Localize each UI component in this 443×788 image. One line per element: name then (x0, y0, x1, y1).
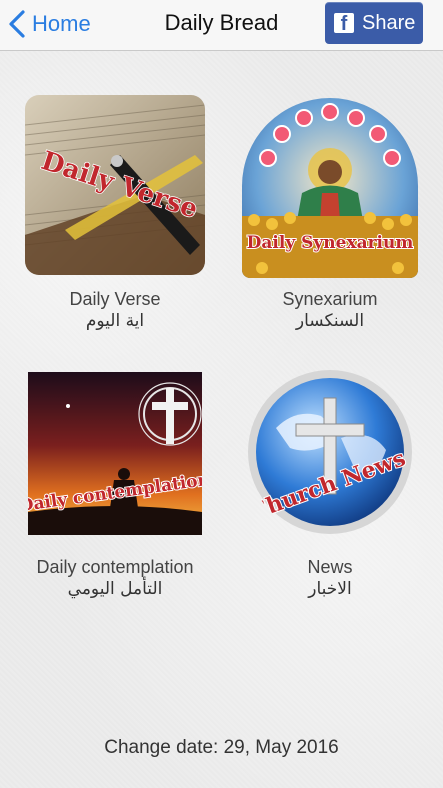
tile-label: Daily Verse (69, 289, 161, 309)
tile-synexarium[interactable]: Daily Synexarium Synexarium السنكسار (232, 92, 428, 342)
daily-contemplation-caption: Daily contemplation التأمل اليومي (14, 557, 216, 599)
tile-label-arabic: اية اليوم (85, 311, 145, 331)
daily-verse-image: Daily Verse (25, 95, 205, 275)
tile-label: Synexarium (282, 289, 378, 309)
synexarium-banner: Daily Synexarium (247, 233, 414, 253)
tile-label: Daily contemplation (36, 557, 194, 577)
tile-daily-verse[interactable]: Daily Verse Daily Verse اية اليوم (20, 92, 210, 342)
tile-label-arabic: السنكسار (295, 311, 365, 331)
daily-verse-caption: Daily Verse اية اليوم (20, 289, 210, 331)
tile-label-arabic: التأمل اليومي (67, 579, 163, 599)
tile-daily-contemplation[interactable]: Daily contemplation Daily contemplation … (14, 368, 216, 608)
back-label: Home (32, 11, 91, 36)
news-caption: News الاخبار (232, 557, 428, 599)
share-button[interactable]: f Share (325, 2, 423, 44)
tile-news[interactable]: Church News News الاخبار (232, 368, 428, 608)
change-date-text: Change date: 29, May 2016 (104, 737, 339, 758)
navigation-bar: Home Daily Bread f Share (0, 0, 443, 51)
chevron-left-icon (9, 10, 25, 38)
news-image: Church News (246, 368, 414, 536)
facebook-icon: f (334, 13, 354, 33)
share-label: Share (362, 11, 416, 34)
synexarium-caption: Synexarium السنكسار (232, 289, 428, 331)
tile-label: News (307, 557, 353, 577)
tile-label-arabic: الاخبار (308, 579, 352, 599)
back-button[interactable]: Home (8, 8, 91, 40)
synexarium-image: Daily Synexarium (242, 98, 418, 278)
daily-contemplation-image: Daily contemplation (28, 372, 202, 535)
